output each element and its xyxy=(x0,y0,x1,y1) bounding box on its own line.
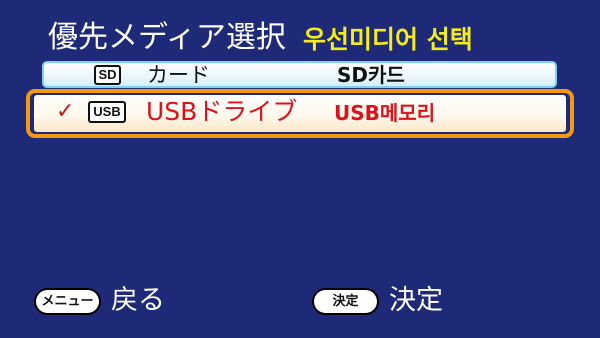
media-option-label-korean: SD카드 xyxy=(337,63,405,87)
media-option-sd-card[interactable]: SD カード SD카드 xyxy=(42,61,557,88)
media-option-label-korean: USB메모리 xyxy=(334,101,436,125)
back-label: 戻る xyxy=(111,285,165,316)
media-option-label: カード xyxy=(147,63,210,87)
page-title: 優先メディア選択 xyxy=(48,20,286,55)
media-option-label: USBドライブ xyxy=(146,97,298,126)
sd-card-icon: SD xyxy=(94,65,121,85)
usb-icon: USB xyxy=(88,101,126,123)
page-title-korean: 우선미디어 선택 xyxy=(303,25,473,54)
ok-button[interactable]: 決定 xyxy=(312,288,379,315)
confirm-label: 決定 xyxy=(389,285,443,316)
media-option-usb-drive[interactable]: ✓ USB USBドライブ USB메모리 xyxy=(34,95,566,132)
menu-button[interactable]: メニュー xyxy=(34,288,101,315)
checkmark-icon: ✓ xyxy=(56,99,75,124)
